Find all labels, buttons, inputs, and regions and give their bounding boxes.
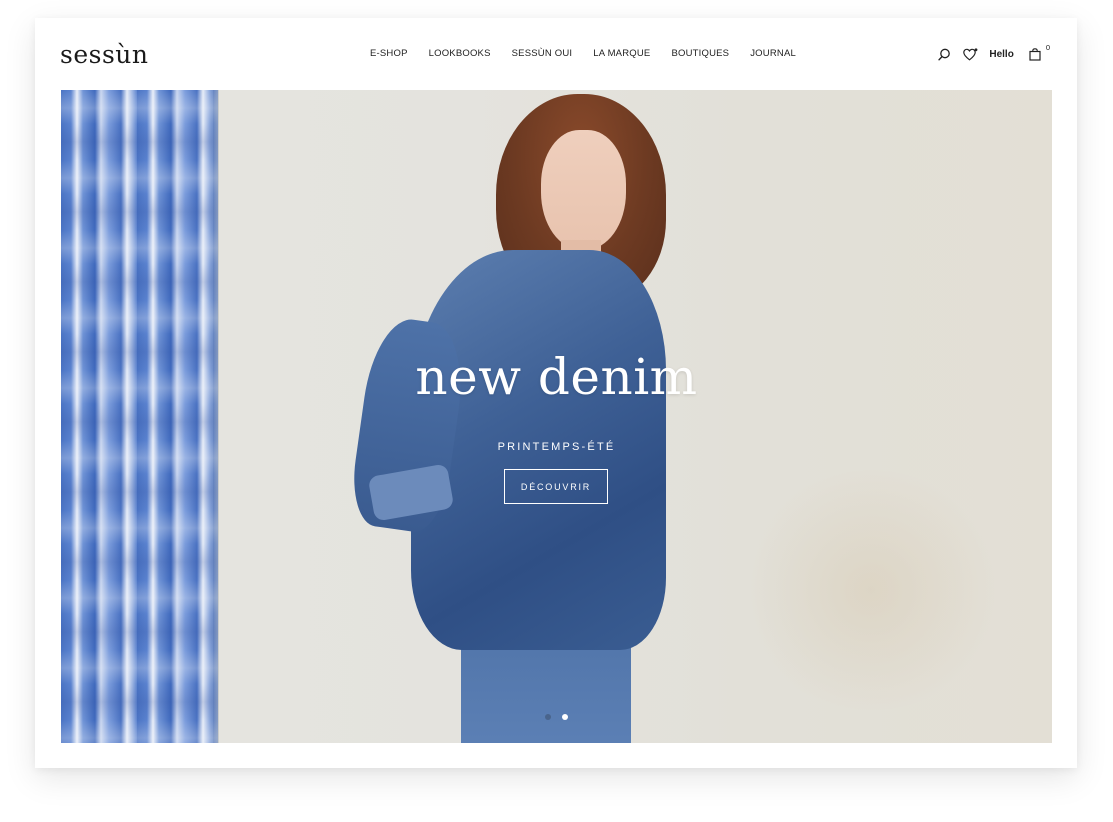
nav-item-la-marque[interactable]: LA MARQUE bbox=[593, 48, 650, 59]
browser-page: sessùn E-SHOP LOOKBOOKS SESSÙN OUI LA MA… bbox=[35, 18, 1077, 768]
nav-item-lookbooks[interactable]: LOOKBOOKS bbox=[429, 48, 491, 59]
hero-background-light bbox=[741, 470, 1001, 710]
brand-logo[interactable]: sessùn bbox=[60, 40, 149, 69]
slide-dot-1[interactable] bbox=[545, 714, 551, 720]
header-actions: Hello 0 bbox=[936, 43, 1050, 62]
slide-dot-2[interactable] bbox=[562, 714, 568, 720]
hero-banner: new denim PRINTEMPS-ÉTÉ DÉCOUVRIR bbox=[61, 90, 1052, 743]
account-link[interactable]: Hello bbox=[989, 49, 1013, 60]
hero-model-image bbox=[341, 90, 681, 743]
hero-fabric-edge bbox=[209, 90, 219, 743]
nav-item-journal[interactable]: JOURNAL bbox=[750, 48, 796, 59]
nav-item-boutiques[interactable]: BOUTIQUES bbox=[671, 48, 729, 59]
discover-button[interactable]: DÉCOUVRIR bbox=[504, 469, 608, 504]
heart-icon[interactable] bbox=[962, 46, 978, 62]
nav-item-eshop[interactable]: E-SHOP bbox=[370, 48, 408, 59]
main-nav: E-SHOP LOOKBOOKS SESSÙN OUI LA MARQUE BO… bbox=[370, 48, 796, 59]
slider-pagination bbox=[545, 714, 568, 720]
model-face bbox=[541, 130, 626, 250]
cart-button[interactable]: 0 bbox=[1027, 43, 1050, 62]
search-icon[interactable] bbox=[936, 46, 952, 62]
nav-item-sessun-oui[interactable]: SESSÙN OUI bbox=[512, 48, 573, 59]
shopping-bag-icon bbox=[1027, 46, 1043, 62]
cart-count-badge: 0 bbox=[1045, 43, 1050, 52]
hero-fabric-texture bbox=[61, 90, 218, 743]
site-header: sessùn E-SHOP LOOKBOOKS SESSÙN OUI LA MA… bbox=[35, 18, 1077, 90]
